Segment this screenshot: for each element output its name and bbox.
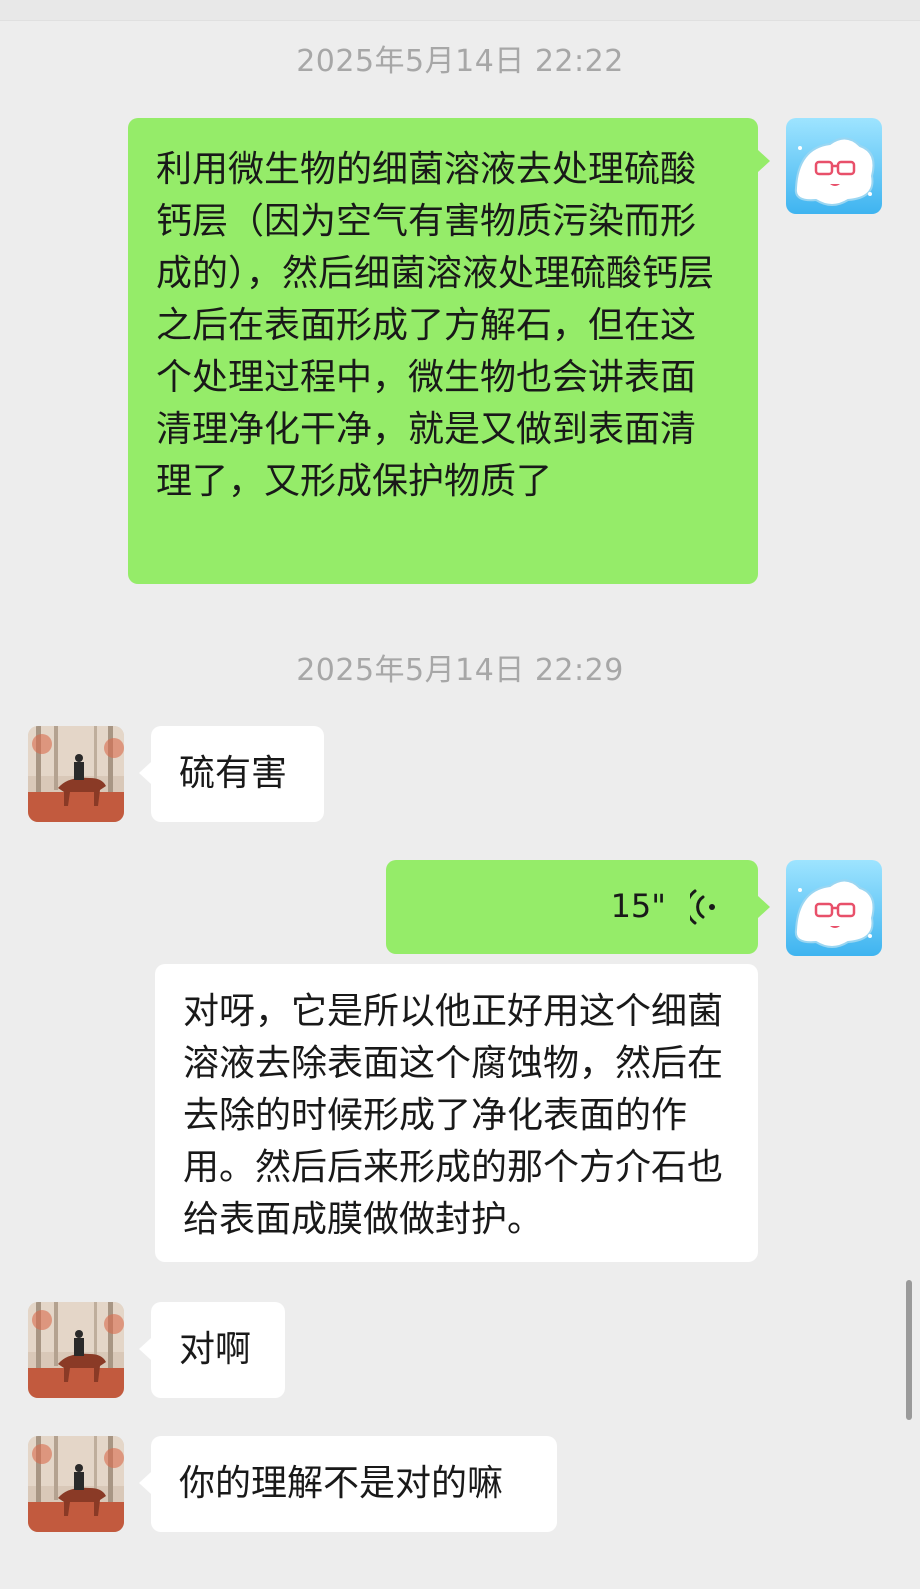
received-message-bubble[interactable]: 你的理解不是对的嘛 bbox=[151, 1436, 557, 1532]
contact-avatar[interactable] bbox=[28, 1302, 124, 1398]
cartoon-avatar-icon bbox=[786, 860, 882, 956]
message-text: 硫有害 bbox=[179, 753, 288, 794]
timestamp: 2025年5月14日 22:29 bbox=[296, 653, 624, 688]
contact-avatar[interactable] bbox=[28, 726, 124, 822]
horse-rider-avatar-icon bbox=[28, 726, 124, 822]
voice-message-bubble[interactable]: 15" bbox=[386, 860, 758, 954]
contact-avatar[interactable] bbox=[28, 1436, 124, 1532]
scrollbar[interactable] bbox=[906, 1280, 912, 1420]
message-text: 对啊 bbox=[179, 1329, 252, 1370]
cartoon-avatar-icon bbox=[786, 118, 882, 214]
horse-rider-avatar-icon bbox=[28, 1302, 124, 1398]
voice-duration: 15" bbox=[610, 887, 666, 925]
bubble-tail bbox=[139, 762, 151, 784]
bubble-tail bbox=[139, 1472, 151, 1494]
bubble-tail bbox=[758, 150, 770, 172]
my-avatar[interactable] bbox=[786, 118, 882, 214]
message-text: 利用微生物的细菌溶液去处理硫酸钙层（因为空气有害物质污染而形成的），然后细菌溶液… bbox=[156, 149, 715, 502]
horse-rider-avatar-icon bbox=[28, 1436, 124, 1532]
received-message-bubble[interactable]: 硫有害 bbox=[151, 726, 324, 822]
timestamp: 2025年5月14日 22:22 bbox=[296, 44, 624, 79]
message-text: 你的理解不是对的嘛 bbox=[179, 1463, 504, 1504]
bubble-tail bbox=[758, 896, 770, 918]
voice-transcript-bubble[interactable]: 对呀，它是所以他正好用这个细菌溶液去除表面这个腐蚀物，然后在去除的时候形成了净化… bbox=[155, 964, 758, 1262]
transcript-text: 对呀，它是所以他正好用这个细菌溶液去除表面这个腐蚀物，然后在去除的时候形成了净化… bbox=[183, 991, 724, 1240]
voice-wave-icon bbox=[685, 888, 720, 940]
bubble-tail bbox=[139, 1338, 151, 1360]
sent-message-bubble[interactable]: 利用微生物的细菌溶液去处理硫酸钙层（因为空气有害物质污染而形成的），然后细菌溶液… bbox=[128, 118, 758, 584]
top-bar bbox=[0, 0, 920, 21]
my-avatar[interactable] bbox=[786, 860, 882, 956]
received-message-bubble[interactable]: 对啊 bbox=[151, 1302, 285, 1398]
